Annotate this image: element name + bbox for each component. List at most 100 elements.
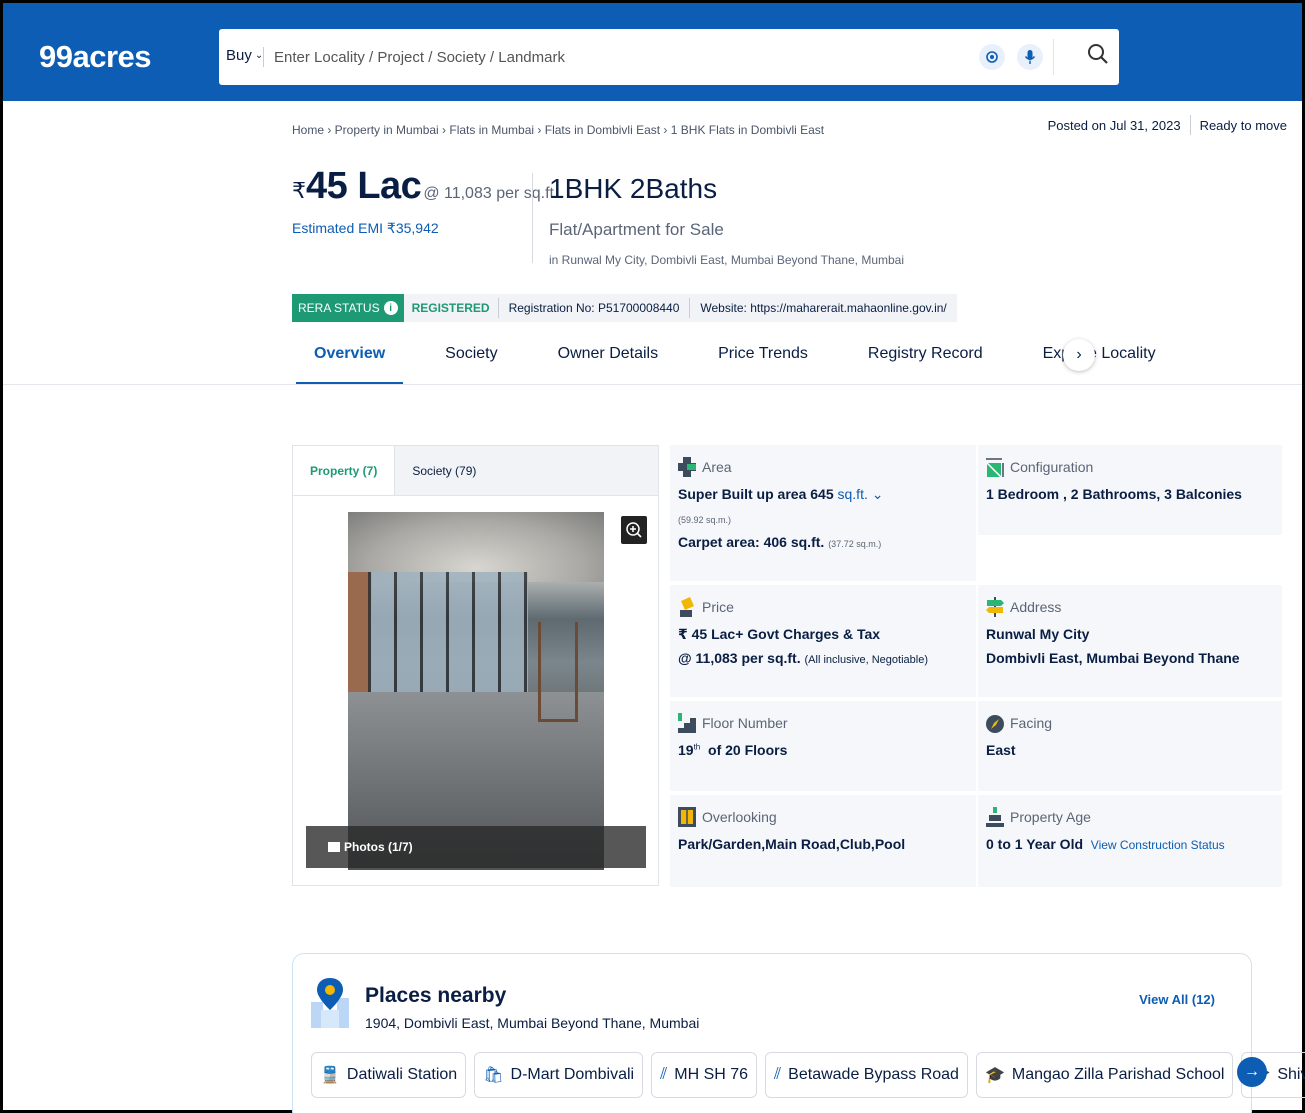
- divider: [1189, 115, 1191, 135]
- info-icon[interactable]: i: [383, 301, 398, 315]
- microphone-icon[interactable]: [1017, 44, 1043, 70]
- chevron-down-icon: ⌄: [871, 486, 884, 502]
- tab-price-trends[interactable]: Price Trends: [718, 333, 808, 385]
- tab-society[interactable]: Society: [445, 333, 497, 385]
- places-title: Places nearby: [365, 984, 507, 1007]
- facing-label: Facing: [1010, 715, 1053, 731]
- place-chip[interactable]: 🛍 D-Mart Dombivali: [474, 1052, 644, 1098]
- place-chip[interactable]: ⫽ MH SH 76: [651, 1052, 758, 1098]
- config-title: 1BHK 2Baths: [549, 173, 718, 204]
- tab-owner-details[interactable]: Owner Details: [558, 333, 658, 385]
- signpost-icon: [986, 597, 1004, 617]
- place-chip-label: MH SH 76: [674, 1066, 749, 1083]
- location-icon[interactable]: [979, 44, 1005, 70]
- overlooking-label: Overlooking: [702, 809, 777, 825]
- photo-gallery: Property (7) Society (79) Photos (1/7): [292, 445, 659, 886]
- image-icon: [328, 842, 340, 852]
- view-construction-status-link[interactable]: View Construction Status: [1091, 838, 1225, 852]
- rera-website[interactable]: Website: https://maharerait.mahaonline.g…: [690, 301, 956, 315]
- area-super: Super Built up area 645: [678, 486, 834, 502]
- tab-overview[interactable]: Overview: [295, 333, 404, 385]
- places-nearby: Places nearby 1904, Dombivli East, Mumba…: [292, 953, 1305, 1113]
- detail-facing: Facing East: [978, 701, 1282, 791]
- arrow-right-icon[interactable]: →: [1237, 1057, 1267, 1087]
- divider: [532, 173, 533, 263]
- rera-registration-no: Registration No: P51700008440: [508, 301, 680, 315]
- property-age-label: Property Age: [1010, 809, 1091, 825]
- area-unit-dropdown[interactable]: sq.ft. ⌄: [838, 486, 884, 502]
- price-amount: 45 Lac: [306, 165, 422, 207]
- configuration-icon: [986, 458, 1004, 477]
- detail-overlooking: Overlooking Park/Garden,Main Road,Club,P…: [670, 795, 976, 887]
- road-icon: ⫽: [774, 1066, 782, 1083]
- detail-configuration: Configuration 1 Bedroom , 2 Bathrooms, 3…: [978, 445, 1282, 535]
- floor-number: 19: [678, 742, 694, 758]
- top-header: 99acres Buy ⌄: [3, 3, 1302, 101]
- place-chip[interactable]: 🎓 Mangao Zilla Parishad School: [975, 1052, 1234, 1098]
- buy-dropdown[interactable]: Buy ⌄: [226, 47, 263, 64]
- view-all-places-link[interactable]: View All (12): [1139, 992, 1215, 1007]
- tab-society-photos[interactable]: Society (79): [395, 446, 493, 495]
- photos-count-label: Photos (1/7): [344, 840, 413, 854]
- rera-strip: RERA STATUS i REGISTERED Registration No…: [292, 294, 957, 322]
- facing-value: East: [986, 742, 1016, 758]
- window-icon: [678, 807, 696, 827]
- search-icon[interactable]: [1087, 43, 1113, 69]
- place-chip-label: D-Mart Dombivali: [510, 1066, 635, 1083]
- floor-label: Floor Number: [702, 715, 788, 731]
- configuration-value: 1 Bedroom , 2 Bathrooms, 3 Balconies: [986, 486, 1242, 502]
- divider: [263, 47, 264, 67]
- config-location: in Runwal My City, Dombivli East, Mumbai…: [549, 253, 905, 267]
- possession-status: Ready to move: [1199, 117, 1287, 133]
- price-block: ₹ 45 Lac @ 11,083 per sq.ft.: [292, 165, 558, 208]
- photo-window: [368, 572, 528, 692]
- buy-label: Buy: [226, 47, 252, 64]
- area-super-sqm: (59.92 sq.m.): [678, 514, 732, 525]
- price-tag-icon: [680, 597, 694, 617]
- search-bar: Buy ⌄: [219, 29, 1119, 85]
- chevron-right-icon[interactable]: ›: [1063, 339, 1095, 371]
- divider: [1053, 39, 1054, 75]
- area-carpet: Carpet area: 406 sq.ft.: [678, 533, 825, 550]
- site-logo[interactable]: 99acres: [39, 39, 152, 75]
- price-line2: @ 11,083 per sq.ft.: [678, 649, 801, 666]
- area-label: Area: [702, 459, 732, 475]
- gallery-tabs: Property (7) Society (79): [293, 446, 658, 496]
- address-label: Address: [1010, 599, 1062, 615]
- detail-price: Price ₹ 45 Lac+ Govt Charges & Tax @ 11,…: [670, 585, 976, 697]
- place-chip-label: Datiwali Station: [346, 1066, 458, 1083]
- photos-count-button[interactable]: Photos (1/7): [306, 826, 646, 868]
- floor-stairs-icon: [678, 713, 696, 733]
- area-icon: [678, 457, 696, 477]
- tab-explore-locality[interactable]: Explore Locality: [1043, 333, 1156, 385]
- train-icon: 🚆: [320, 1067, 340, 1084]
- price-per-sqft: @ 11,083 per sq.ft.: [423, 185, 559, 202]
- place-chip-label: Betawade Bypass Road: [788, 1066, 959, 1083]
- rera-registered: REGISTERED: [411, 301, 490, 315]
- search-input[interactable]: [274, 37, 954, 77]
- posted-info: Posted on Jul 31, 2023 Ready to move: [1048, 115, 1287, 135]
- zoom-in-icon[interactable]: [621, 516, 647, 544]
- price-label: Price: [702, 599, 734, 615]
- place-chip[interactable]: 🚆 Datiwali Station: [311, 1052, 467, 1098]
- detail-area: Area Super Built up area 645 sq.ft. ⌄ (5…: [670, 445, 976, 581]
- tab-registry-record[interactable]: Registry Record: [868, 333, 983, 385]
- tab-property-photos[interactable]: Property (7): [293, 446, 396, 495]
- overlooking-value: Park/Garden,Main Road,Club,Pool: [678, 836, 906, 852]
- place-chip[interactable]: ⫽ Betawade Bypass Road: [765, 1052, 968, 1098]
- property-age-value: 0 to 1 Year Old: [986, 836, 1084, 852]
- shopping-basket-icon: 🛍: [483, 1067, 504, 1084]
- photo-stand: [538, 622, 578, 722]
- compass-icon: [986, 715, 1004, 733]
- address-line1: Runwal My City: [986, 626, 1090, 642]
- config-subtitle: Flat/Apartment for Sale: [549, 220, 724, 239]
- price-line1: ₹ 45 Lac+ Govt Charges & Tax: [678, 626, 881, 642]
- detail-floor: Floor Number 19th of 20 Floors: [670, 701, 976, 791]
- property-photo[interactable]: [348, 512, 604, 870]
- breadcrumb[interactable]: Home › Property in Mumbai › Flats in Mum…: [292, 123, 824, 137]
- area-unit-label: sq.ft.: [837, 486, 868, 502]
- configuration-label: Configuration: [1010, 459, 1094, 475]
- emi-link[interactable]: Estimated EMI ₹35,942: [292, 220, 439, 237]
- place-chip-label: Shivaji: [1277, 1066, 1305, 1083]
- rera-status-badge[interactable]: RERA STATUS i: [292, 294, 404, 322]
